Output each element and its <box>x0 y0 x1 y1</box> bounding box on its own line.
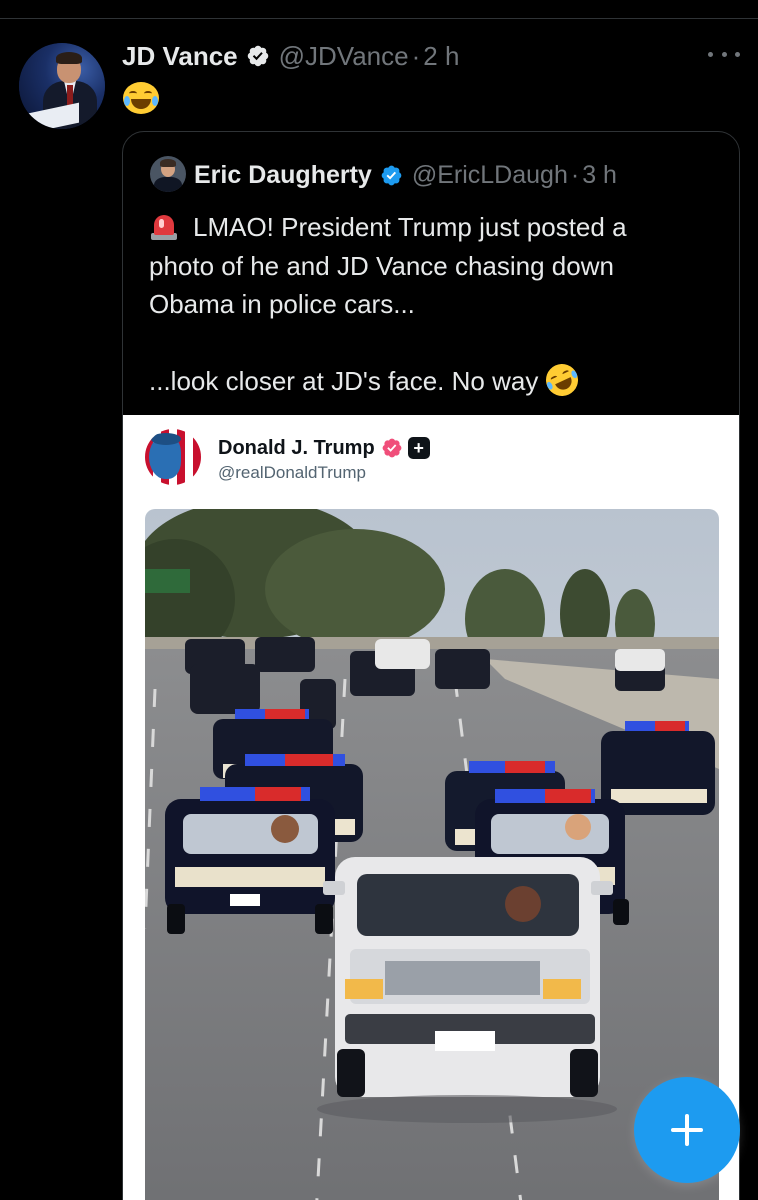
embedded-avatar <box>145 429 201 485</box>
quoted-line-1: LMAO! President Trump just posted a <box>193 212 627 242</box>
rolling-laughing-emoji-icon <box>541 358 584 402</box>
quoted-author-name[interactable]: Eric Daugherty <box>194 161 372 190</box>
compose-button[interactable] <box>634 1077 740 1183</box>
quoted-post-card[interactable]: Eric Daugherty @EricLDaugh · 3 h LMAO! P… <box>122 131 740 1200</box>
quoted-avatar[interactable] <box>150 156 186 192</box>
author-handle[interactable]: @JDVance <box>279 41 409 72</box>
author-name[interactable]: JD Vance <box>122 41 238 72</box>
avatar[interactable] <box>19 43 105 129</box>
quoted-text: LMAO! President Trump just posted a phot… <box>149 208 729 402</box>
separator-dot: · <box>411 40 421 71</box>
police-chase-photo <box>145 509 719 1200</box>
embedded-author-handle: @realDonaldTrump <box>218 463 366 482</box>
quoted-line-4: ...look closer at JD's face. No way <box>149 366 539 396</box>
tears-of-joy-emoji-icon <box>123 82 159 114</box>
quoted-line-3: Obama in police cars... <box>149 289 415 319</box>
more-dots-icon[interactable] <box>708 42 740 66</box>
quoted-time[interactable]: 3 h <box>582 161 617 190</box>
post-time[interactable]: 2 h <box>423 41 459 72</box>
embedded-header: Donald J. Trump + <box>218 435 430 461</box>
plus-badge-icon: + <box>407 437 430 459</box>
verified-badge-icon <box>382 438 402 458</box>
top-divider <box>0 18 758 19</box>
embedded-author-name: Donald J. Trump <box>218 436 375 459</box>
siren-icon <box>149 211 179 241</box>
quoted-header: Eric Daugherty @EricLDaugh · 3 h <box>194 158 617 192</box>
verified-badge-icon <box>381 165 402 185</box>
post-header: JD Vance @JDVance · 2 h <box>122 38 459 74</box>
separator-dot: · <box>570 160 580 189</box>
quoted-author-handle[interactable]: @EricLDaugh <box>412 161 568 190</box>
quoted-line-2: photo of he and JD Vance chasing down <box>149 250 614 281</box>
quoted-media[interactable]: Donald J. Trump + @realDonaldTrump <box>123 415 739 1200</box>
verified-badge-icon <box>247 45 268 67</box>
